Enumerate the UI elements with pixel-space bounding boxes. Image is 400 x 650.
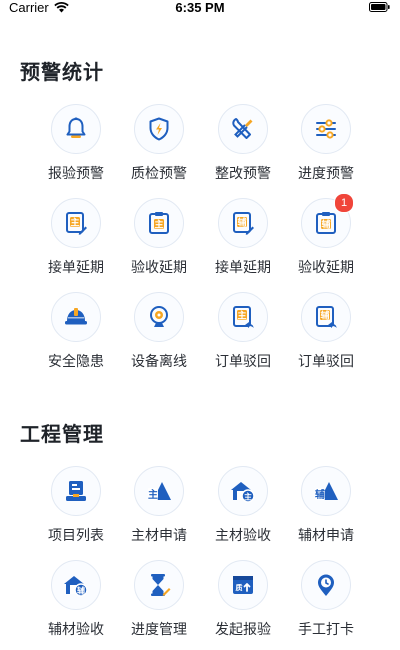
grid-item-label: 辅材验收 <box>48 622 104 638</box>
grid-item-progress-management[interactable]: 进度管理 <box>119 560 199 639</box>
document-zhu-edit-icon: 主 <box>66 212 87 235</box>
svg-text:质: 质 <box>236 583 243 592</box>
svg-text:主: 主 <box>244 492 252 502</box>
hourglass-icon <box>151 574 171 596</box>
grid-item-aux-material-accept[interactable]: 辅 辅材验收 <box>36 560 116 639</box>
notification-badge: 1 <box>334 193 354 213</box>
grid-item-label: 进度管理 <box>131 622 187 638</box>
svg-text:主: 主 <box>154 219 163 231</box>
grid-item-label: 进度预警 <box>298 166 354 182</box>
grid-item-main-material-apply[interactable]: 主 主材申请 <box>119 466 199 545</box>
grid-item-order-delay-main[interactable]: 主 接单延期 <box>36 198 116 277</box>
grid-item-progress-warning[interactable]: 进度预警 <box>286 104 366 183</box>
grid-item-order-rejected-aux[interactable]: 辅 订单驳回 <box>286 292 366 371</box>
grid-item-label: 质检预警 <box>131 166 187 182</box>
main-material-apply-icon: 主 <box>148 482 171 501</box>
grid-item-label: 订单驳回 <box>298 354 354 370</box>
grid-item-label: 设备离线 <box>131 354 187 370</box>
aux-material-apply-icon: 辅 <box>315 482 338 501</box>
grid-item-label: 订单驳回 <box>215 354 271 370</box>
webcam-icon <box>150 306 168 327</box>
location-clock-icon <box>318 574 334 596</box>
svg-text:辅: 辅 <box>315 488 325 501</box>
section-title-warning-stats: 预警统计 <box>20 60 104 84</box>
aux-material-accept-icon: 辅 <box>64 576 88 597</box>
grid-item-rectify-warning[interactable]: 整改预警 <box>203 104 283 183</box>
grid-item-label: 接单延期 <box>48 260 104 276</box>
grid-item-label: 手工打卡 <box>298 622 354 638</box>
svg-text:辅: 辅 <box>237 217 246 229</box>
tools-icon <box>232 118 253 139</box>
battery-icon <box>369 2 390 12</box>
grid-item-label: 主材验收 <box>215 528 271 544</box>
clipboard-zhu-icon: 主 <box>149 212 169 234</box>
grid-item-label: 验收延期 <box>131 260 187 276</box>
grid-item-project-list[interactable]: 项目列表 <box>36 466 116 545</box>
svg-text:辅: 辅 <box>320 310 329 322</box>
svg-text:主: 主 <box>70 217 79 229</box>
grid-item-initiate-inspection[interactable]: 质 发起报验 <box>203 560 283 639</box>
status-bar: Carrier 6:35 PM <box>0 0 400 16</box>
document-zhu-return-icon: 主 <box>233 306 254 328</box>
shield-lightning-icon <box>149 117 169 141</box>
grid-item-label: 安全隐患 <box>48 354 104 370</box>
sliders-icon <box>316 119 336 139</box>
svg-text:辅: 辅 <box>321 219 330 231</box>
status-time: 6:35 PM <box>175 0 225 15</box>
grid-item-accept-delay-main[interactable]: 主 验收延期 <box>119 198 199 277</box>
grid-item-label: 报验预警 <box>48 166 104 182</box>
grid-item-inspection-warning[interactable]: 报验预警 <box>36 104 116 183</box>
hard-hat-icon <box>65 308 87 325</box>
svg-text:辅: 辅 <box>77 586 85 596</box>
grid-item-device-offline[interactable]: 设备离线 <box>119 292 199 371</box>
grid-item-order-delay-aux[interactable]: 辅 接单延期 <box>203 198 283 277</box>
grid-item-label: 验收延期 <box>298 260 354 276</box>
main-material-accept-icon: 主 <box>231 482 255 503</box>
grid-item-label: 接单延期 <box>215 260 271 276</box>
grid-item-label: 主材申请 <box>131 528 187 544</box>
grid-item-label: 整改预警 <box>215 166 271 182</box>
section-title-project-management: 工程管理 <box>20 422 104 446</box>
svg-text:主: 主 <box>237 310 246 322</box>
grid-item-label: 辅材申请 <box>298 528 354 544</box>
grid-item-safety-hazard[interactable]: 安全隐患 <box>36 292 116 371</box>
grid-item-main-material-accept[interactable]: 主 主材验收 <box>203 466 283 545</box>
bell-icon <box>66 117 86 138</box>
inspection-report-icon: 质 <box>233 576 253 594</box>
grid-item-order-rejected-main[interactable]: 主 订单驳回 <box>203 292 283 371</box>
grid-item-accept-delay-aux[interactable]: 辅 1 验收延期 <box>286 193 366 277</box>
grid-item-label: 项目列表 <box>48 528 104 544</box>
svg-text:主: 主 <box>148 488 158 501</box>
document-fu-edit-icon: 辅 <box>233 212 254 235</box>
grid-item-label: 发起报验 <box>215 622 271 638</box>
grid-item-aux-material-apply[interactable]: 辅 辅材申请 <box>286 466 366 545</box>
document-fu-return-icon: 辅 <box>316 306 337 328</box>
grid-item-manual-checkin[interactable]: 手工打卡 <box>286 560 366 639</box>
clipboard-fu-icon: 辅 <box>316 212 336 234</box>
grid-item-quality-warning[interactable]: 质检预警 <box>119 104 199 183</box>
project-list-icon <box>66 481 86 501</box>
